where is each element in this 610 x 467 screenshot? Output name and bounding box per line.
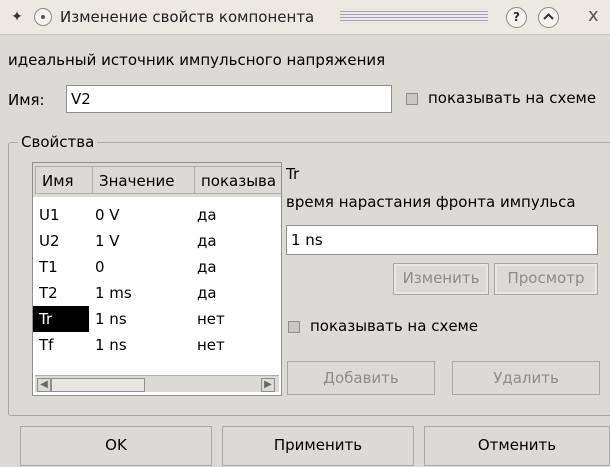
window-menu-icon[interactable] (34, 8, 52, 26)
show-name-checkbox[interactable] (406, 93, 418, 105)
property-value-input[interactable] (286, 225, 598, 255)
cell-show: да (197, 284, 217, 302)
app-icon[interactable]: ✦ (8, 8, 26, 26)
table-header: Имя Значение показыва (33, 163, 281, 197)
cancel-button[interactable]: Отменить (424, 426, 610, 466)
ok-button[interactable]: OK (20, 426, 212, 466)
component-description: идеальный источник импульсного напряжени… (8, 51, 386, 69)
title-bar-grip (340, 11, 488, 23)
cell-show: да (197, 258, 217, 276)
cell-show: да (197, 206, 217, 224)
cell-name: U1 (39, 206, 60, 224)
show-property-label[interactable]: показывать на схеме (310, 316, 478, 336)
cell-value: 1 ns (95, 336, 127, 354)
properties-group-title: Свойства (18, 132, 98, 152)
cell-value: 1 V (95, 232, 120, 250)
cell-show: нет (197, 336, 225, 354)
table-row[interactable]: T2 1 ms да (33, 280, 281, 306)
cell-name: T2 (39, 284, 58, 302)
name-label: Имя: (8, 91, 45, 109)
table-row[interactable]: T1 0 да (33, 254, 281, 280)
name-input[interactable] (66, 85, 392, 113)
table-row[interactable]: U2 1 V да (33, 228, 281, 254)
show-property-checkbox[interactable] (288, 321, 300, 333)
selected-property-description: время нарастания фронта импульса (286, 193, 576, 211)
show-name-label[interactable]: показывать на схеме (428, 88, 596, 108)
cell-value: 0 V (95, 206, 120, 224)
cell-show: да (197, 232, 217, 250)
apply-button[interactable]: Применить (222, 426, 414, 466)
column-header-show[interactable]: показыва (194, 166, 281, 194)
cell-name: T1 (39, 258, 58, 276)
scroll-right-icon[interactable]: ▶ (261, 378, 275, 392)
table-row[interactable]: Tf 1 ns нет (33, 332, 281, 358)
help-icon[interactable]: ? (506, 7, 527, 28)
close-icon[interactable]: x (588, 6, 599, 26)
horizontal-scrollbar[interactable]: ◀ ▶ (35, 375, 279, 392)
window-title: Изменение свойств компонента (60, 8, 315, 26)
cell-name: U2 (39, 232, 60, 250)
scroll-left-icon[interactable]: ◀ (37, 378, 51, 392)
selected-property-name: Tr (286, 165, 300, 183)
cell-name: Tr (33, 306, 89, 332)
remove-button[interactable]: Удалить (452, 361, 600, 395)
add-button[interactable]: Добавить (287, 361, 435, 395)
column-header-name[interactable]: Имя (35, 166, 93, 194)
table-row-selected[interactable]: Tr 1 ns нет (33, 306, 281, 332)
minimize-icon[interactable] (538, 7, 559, 28)
cell-show: нет (197, 310, 225, 328)
cell-value: 1 ns (95, 310, 127, 328)
table-row[interactable]: U1 0 V да (33, 202, 281, 228)
scrollbar-thumb[interactable] (51, 378, 145, 392)
properties-table[interactable]: Имя Значение показыва U1 0 V да U2 1 V д… (32, 162, 282, 396)
cell-value: 1 ms (95, 284, 132, 302)
cell-name: Tf (39, 336, 54, 354)
cell-value: 0 (95, 258, 105, 276)
column-header-value[interactable]: Значение (92, 166, 195, 194)
edit-button[interactable]: Изменить (393, 263, 489, 295)
browse-button[interactable]: Просмотр (494, 263, 598, 295)
